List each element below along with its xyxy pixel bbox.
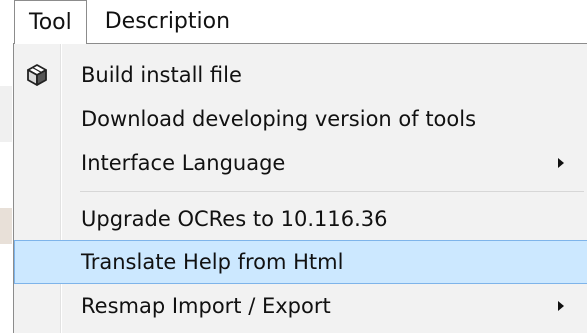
menu-item-label: Download developing version of tools bbox=[81, 107, 477, 131]
menu-tab-description[interactable]: Description bbox=[87, 0, 248, 44]
screenshot-stage: Tool Description Build install file Down… bbox=[0, 0, 587, 333]
menu-item-label: Upgrade OCRes to 10.116.36 bbox=[81, 207, 388, 231]
tool-dropdown-menu: Build install file Download developing v… bbox=[13, 43, 587, 333]
menu-item-download-developing-version[interactable]: Download developing version of tools bbox=[16, 97, 586, 141]
menu-item-upgrade-ocres[interactable]: Upgrade OCRes to 10.116.36 bbox=[16, 197, 586, 241]
menu-item-label: Interface Language bbox=[81, 151, 286, 175]
submenu-arrow-icon bbox=[558, 301, 564, 311]
menu-item-label: Resmap Import / Export bbox=[81, 294, 331, 318]
package-box-icon bbox=[24, 62, 50, 88]
menu-item-build-install-file[interactable]: Build install file bbox=[16, 53, 586, 97]
menu-separator bbox=[80, 191, 584, 192]
background-window-fragment bbox=[0, 86, 12, 142]
menu-item-resmap-import-export[interactable]: Resmap Import / Export bbox=[16, 284, 586, 328]
menu-item-label: Translate Help from Html bbox=[81, 250, 344, 274]
menu-item-label: Build install file bbox=[81, 63, 242, 87]
menu-tab-tool[interactable]: Tool bbox=[14, 0, 87, 44]
menu-item-interface-language[interactable]: Interface Language bbox=[16, 141, 586, 185]
menu-bar: Tool Description bbox=[0, 0, 587, 44]
submenu-arrow-icon bbox=[558, 158, 564, 168]
background-window-fragment bbox=[0, 208, 12, 244]
menu-item-translate-help[interactable]: Translate Help from Html bbox=[14, 240, 587, 284]
